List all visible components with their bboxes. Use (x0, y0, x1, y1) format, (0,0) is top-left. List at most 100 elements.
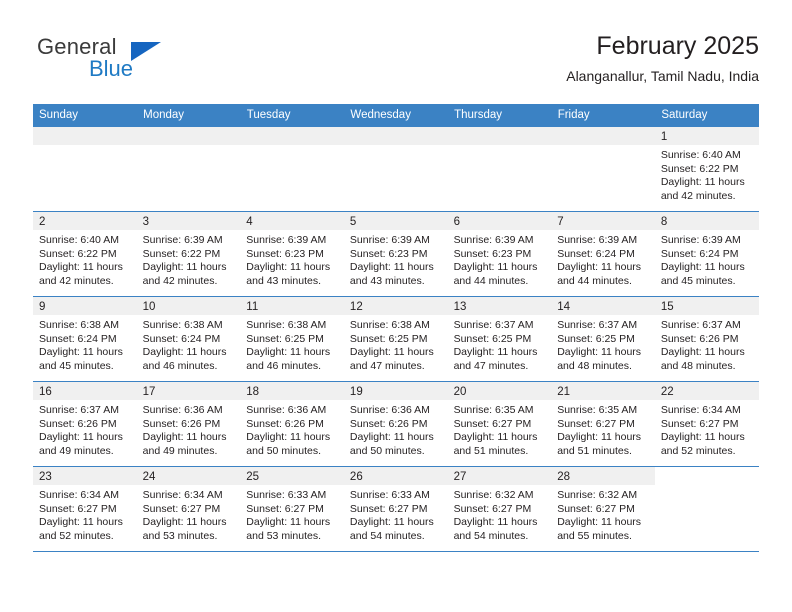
daylight-text: and 49 minutes. (142, 444, 218, 457)
day-cell-inner: 24 Sunrise: 6:34 AM Sunset: 6:27 PM Dayligh… (136, 467, 241, 551)
daylight-text: and 54 minutes. (453, 529, 529, 542)
sunset-text: Sunset: 6:27 PM (557, 502, 635, 515)
generalblue-logo[interactable]: General Blue (33, 34, 233, 90)
calendar-day-cell[interactable]: 25 Sunrise: 6:33 AM Sunset: 6:27 PM Dayligh… (240, 466, 344, 552)
sunrise-text: Sunrise: 6:37 AM (453, 319, 534, 331)
calendar-day-cell[interactable]: 18 Sunrise: 6:36 AM Sunset: 6:26 PM Dayligh… (240, 381, 344, 467)
calendar-day-cell[interactable]: 2 Sunrise: 6:40 AM Sunset: 6:22 PM Daylight… (33, 211, 137, 297)
calendar-table: Sunday Monday Tuesday Wednesday Thursday Frid… (33, 104, 759, 552)
sunset-text: Sunset: 6:23 PM (453, 247, 532, 260)
day-cell-inner: 19 Sunrise: 6:36 AM Sunset: 6:26 PM Dayligh… (343, 382, 448, 466)
sunrise-text: Sunrise: 6:33 AM (349, 489, 430, 501)
daylight-text: Daylight: 11 hours (39, 261, 123, 274)
daylight-text: and 53 minutes. (142, 529, 218, 542)
daylight-text: Daylight: 11 hours (349, 516, 434, 529)
calendar-day-cell[interactable]: 1 Sunrise: 6:40 AM Sunset: 6:22 PM Daylight… (654, 126, 759, 212)
day-number: 18 (240, 382, 344, 400)
sunrise-text: Sunrise: 6:39 AM (453, 234, 534, 246)
calendar-day-cell[interactable]: 4 Sunrise: 6:39 AM Sunset: 6:23 PM Daylight… (240, 211, 344, 297)
calendar-day-cell[interactable]: 8 Sunrise: 6:39 AM Sunset: 6:24 PM Daylight… (654, 211, 759, 297)
calendar-day-cell[interactable]: 13 Sunrise: 6:37 AM Sunset: 6:25 PM Dayligh… (447, 296, 552, 382)
day-cell-inner (654, 467, 759, 551)
day-cell-inner: 16 Sunrise: 6:37 AM Sunset: 6:26 PM Dayligh… (33, 382, 137, 466)
daylight-text: Daylight: 11 hours (660, 261, 745, 274)
calendar-day-cell[interactable]: 12 Sunrise: 6:38 AM Sunset: 6:25 PM Dayligh… (343, 296, 448, 382)
sunrise-text: Sunrise: 6:40 AM (660, 149, 741, 161)
day-number (136, 127, 241, 145)
sunrise-text: Sunrise: 6:38 AM (349, 319, 430, 331)
day-number: 23 (33, 467, 137, 485)
day-number: 17 (136, 382, 241, 400)
calendar-day-cell[interactable]: 15 Sunrise: 6:37 AM Sunset: 6:26 PM Dayligh… (654, 296, 759, 382)
calendar-day-cell[interactable]: 9 Sunrise: 6:38 AM Sunset: 6:24 PM Daylight… (33, 296, 137, 382)
calendar-day-cell[interactable]: 23 Sunrise: 6:34 AM Sunset: 6:27 PM Dayligh… (33, 466, 137, 552)
day-number: 27 (447, 467, 552, 485)
calendar-day-cell[interactable]: 14 Sunrise: 6:37 AM Sunset: 6:25 PM Dayligh… (551, 296, 655, 382)
sunset-text: Sunset: 6:24 PM (557, 247, 635, 260)
calendar-header-row: Sunday Monday Tuesday Wednesday Thursday Frid… (33, 104, 759, 127)
calendar-day-cell[interactable]: 17 Sunrise: 6:36 AM Sunset: 6:26 PM Dayligh… (136, 381, 241, 467)
day-number: 9 (33, 297, 137, 315)
day-number: 21 (551, 382, 655, 400)
calendar-day-cell[interactable]: 5 Sunrise: 6:39 AM Sunset: 6:23 PM Daylight… (343, 211, 448, 297)
day-number (343, 127, 448, 145)
day-cell-inner: 13 Sunrise: 6:37 AM Sunset: 6:25 PM Dayligh… (447, 297, 552, 381)
sunset-text: Sunset: 6:27 PM (453, 417, 532, 430)
calendar-day-cell[interactable]: 22 Sunrise: 6:34 AM Sunset: 6:27 PM Dayligh… (654, 381, 759, 467)
day-number: 1 (654, 127, 759, 145)
daylight-text: Daylight: 11 hours (39, 516, 123, 529)
daylight-text: and 44 minutes. (453, 274, 529, 287)
daylight-text: Daylight: 11 hours (142, 516, 227, 529)
sunrise-text: Sunrise: 6:39 AM (142, 234, 223, 246)
day-cell-inner: 28 Sunrise: 6:32 AM Sunset: 6:27 PM Dayligh… (551, 467, 655, 551)
day-cell-inner: 26 Sunrise: 6:33 AM Sunset: 6:27 PM Dayligh… (343, 467, 448, 551)
day-details: Sunrise: 6:39 AM Sunset: 6:24 PM Daylight:… (655, 230, 759, 288)
calendar-day-cell[interactable]: 7 Sunrise: 6:39 AM Sunset: 6:24 PM Daylight… (551, 211, 655, 297)
sunset-text: Sunset: 6:22 PM (142, 247, 221, 260)
calendar-day-cell[interactable]: 28 Sunrise: 6:32 AM Sunset: 6:27 PM Dayligh… (551, 466, 655, 552)
day-details: Sunrise: 6:37 AM Sunset: 6:26 PM Daylight:… (655, 315, 759, 373)
day-cell-inner: 8 Sunrise: 6:39 AM Sunset: 6:24 PM Daylight… (654, 212, 759, 296)
calendar-week-row: 1 Sunrise: 6:40 AM Sunset: 6:22 PM Daylight… (33, 126, 759, 212)
calendar-day-cell[interactable]: 26 Sunrise: 6:33 AM Sunset: 6:27 PM Dayligh… (343, 466, 448, 552)
day-details: Sunrise: 6:37 AM Sunset: 6:25 PM Daylight:… (551, 315, 655, 373)
calendar-day-cell-empty (447, 126, 552, 212)
daylight-text: and 49 minutes. (39, 444, 114, 457)
calendar-day-cell[interactable]: 21 Sunrise: 6:35 AM Sunset: 6:27 PM Dayligh… (551, 381, 655, 467)
sunset-text: Sunset: 6:25 PM (246, 332, 324, 345)
daylight-text: and 42 minutes. (660, 189, 736, 202)
daylight-text: Daylight: 11 hours (142, 346, 227, 359)
calendar-day-cell[interactable]: 24 Sunrise: 6:34 AM Sunset: 6:27 PM Dayligh… (136, 466, 241, 552)
day-cell-inner: 10 Sunrise: 6:38 AM Sunset: 6:24 PM Dayligh… (136, 297, 241, 381)
day-number: 8 (654, 212, 759, 230)
daylight-text: Daylight: 11 hours (349, 346, 434, 359)
day-details: Sunrise: 6:39 AM Sunset: 6:23 PM Daylight:… (344, 230, 448, 288)
sunset-text: Sunset: 6:24 PM (660, 247, 739, 260)
day-cell-inner: 9 Sunrise: 6:38 AM Sunset: 6:24 PM Daylight… (33, 297, 137, 381)
sunrise-text: Sunrise: 6:34 AM (660, 404, 741, 416)
day-number: 20 (447, 382, 552, 400)
calendar-day-cell[interactable]: 3 Sunrise: 6:39 AM Sunset: 6:22 PM Daylight… (136, 211, 241, 297)
day-cell-inner (33, 127, 137, 211)
weekday-header-saturday: Saturday (654, 104, 759, 127)
calendar-day-cell[interactable]: 11 Sunrise: 6:38 AM Sunset: 6:25 PM Dayligh… (240, 296, 344, 382)
daylight-text: and 52 minutes. (39, 529, 114, 542)
calendar-day-cell[interactable]: 6 Sunrise: 6:39 AM Sunset: 6:23 PM Daylight… (447, 211, 552, 297)
daylight-text: Daylight: 11 hours (557, 431, 642, 444)
daylight-text: Daylight: 11 hours (246, 431, 331, 444)
sunset-text: Sunset: 6:25 PM (557, 332, 635, 345)
day-details: Sunrise: 6:38 AM Sunset: 6:25 PM Daylight:… (344, 315, 448, 373)
calendar-day-cell[interactable]: 16 Sunrise: 6:37 AM Sunset: 6:26 PM Dayligh… (33, 381, 137, 467)
calendar-day-cell[interactable]: 10 Sunrise: 6:38 AM Sunset: 6:24 PM Dayligh… (136, 296, 241, 382)
calendar-day-cell[interactable]: 20 Sunrise: 6:35 AM Sunset: 6:27 PM Dayligh… (447, 381, 552, 467)
calendar-day-cell-empty (136, 126, 241, 212)
day-details: Sunrise: 6:39 AM Sunset: 6:22 PM Daylight:… (137, 230, 241, 288)
daylight-text: and 47 minutes. (453, 359, 529, 372)
sunrise-text: Sunrise: 6:32 AM (453, 489, 534, 501)
day-number: 5 (343, 212, 448, 230)
page-header: General Blue February 2025 Alanganallur,… (33, 30, 759, 96)
calendar-day-cell[interactable]: 19 Sunrise: 6:36 AM Sunset: 6:26 PM Dayligh… (343, 381, 448, 467)
calendar-day-cell[interactable]: 27 Sunrise: 6:32 AM Sunset: 6:27 PM Dayligh… (447, 466, 552, 552)
daylight-text: and 46 minutes. (246, 359, 321, 372)
sunrise-text: Sunrise: 6:37 AM (660, 319, 741, 331)
